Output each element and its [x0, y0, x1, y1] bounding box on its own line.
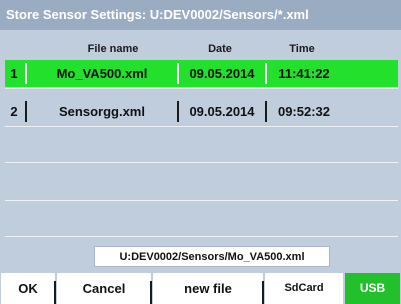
table-row-2[interactable]: 2 Sensorgg.xml 09.05.2014 09:52:32 — [5, 98, 398, 125]
column-separator — [25, 101, 27, 122]
cancel-button-label: Cancel — [82, 281, 126, 296]
usb-button[interactable]: USB — [344, 273, 401, 304]
row-date: 09.05.2014 — [189, 104, 255, 119]
row-time: 09:52:32 — [277, 104, 331, 119]
ok-button[interactable]: OK — [0, 273, 56, 304]
row-divider — [5, 236, 398, 237]
row-time: 11:41:22 — [278, 66, 330, 81]
row-file-name: Sensorgg.xml — [59, 104, 145, 119]
column-separator — [25, 63, 27, 84]
table-row-1[interactable]: 1 Mo_VA500.xml 09.05.2014 11:41:22 — [5, 60, 398, 87]
row-divider — [5, 200, 398, 201]
file-path-field[interactable]: U:DEV0002/Sensors/Mo_VA500.xml — [94, 246, 330, 267]
column-separator — [177, 63, 179, 84]
row-divider — [5, 88, 398, 89]
row-index: 2 — [10, 104, 18, 119]
ok-button-label: OK — [18, 281, 38, 296]
column-header-file-name: File name — [87, 43, 139, 55]
column-separator — [265, 101, 267, 122]
row-file-name: Mo_VA500.xml — [56, 66, 148, 81]
new-file-button-label: new file — [184, 281, 232, 296]
column-separator — [177, 101, 179, 122]
usb-button-label: USB — [359, 281, 386, 295]
window-title: Store Sensor Settings: U:DEV0002/Sensors… — [0, 0, 401, 30]
column-header-time: Time — [289, 43, 315, 55]
sdcard-button[interactable]: SdCard — [264, 273, 344, 304]
file-table: File name Date Time 1 Mo_VA500.xml 09.05… — [5, 40, 398, 238]
row-date: 09.05.2014 — [189, 66, 255, 81]
cancel-button[interactable]: Cancel — [56, 273, 152, 304]
new-file-button[interactable]: new file — [152, 273, 264, 304]
row-divider — [5, 126, 398, 127]
column-separator — [265, 63, 267, 84]
file-dialog-panel: File name Date Time 1 Mo_VA500.xml 09.05… — [0, 30, 401, 304]
column-header-date: Date — [208, 43, 232, 55]
table-header: File name Date Time — [5, 40, 398, 58]
row-divider — [5, 162, 398, 163]
sdcard-button-label: SdCard — [284, 282, 324, 294]
row-index: 1 — [10, 66, 18, 81]
